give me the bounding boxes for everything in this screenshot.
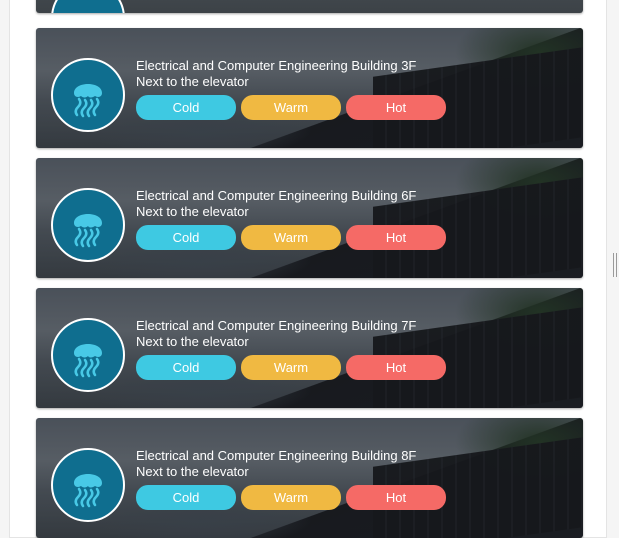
- resize-handle[interactable]: [613, 253, 617, 277]
- hot-button[interactable]: Hot: [346, 95, 446, 120]
- station-title: Electrical and Computer Engineering Buil…: [136, 318, 417, 333]
- cold-button[interactable]: Cold: [136, 95, 236, 120]
- cold-button[interactable]: Cold: [136, 225, 236, 250]
- station-list-panel: Electrical and Computer Engineering Buil…: [9, 0, 607, 538]
- avatar: [51, 448, 125, 522]
- cold-button[interactable]: Cold: [136, 485, 236, 510]
- station-location: Next to the elevator: [136, 334, 249, 349]
- avatar: [51, 0, 125, 13]
- warm-button[interactable]: Warm: [241, 485, 341, 510]
- station-title: Electrical and Computer Engineering Buil…: [136, 448, 417, 463]
- avatar: [51, 58, 125, 132]
- warm-button[interactable]: Warm: [241, 225, 341, 250]
- station-location: Next to the elevator: [136, 464, 249, 479]
- temperature-buttons: Cold Warm Hot: [136, 355, 446, 380]
- hot-button[interactable]: Hot: [346, 485, 446, 510]
- station-card[interactable]: Electrical and Computer Engineering Buil…: [36, 418, 583, 538]
- station-title: Electrical and Computer Engineering Buil…: [136, 188, 417, 203]
- station-card[interactable]: Electrical and Computer Engineering Buil…: [36, 288, 583, 408]
- jellyfish-icon: [74, 474, 102, 508]
- jellyfish-icon: [74, 344, 102, 378]
- hot-button[interactable]: Hot: [346, 355, 446, 380]
- station-title: Electrical and Computer Engineering Buil…: [136, 58, 417, 73]
- temperature-buttons: Cold Warm Hot: [136, 95, 446, 120]
- avatar: [51, 318, 125, 392]
- station-info: Electrical and Computer Engineering Buil…: [136, 58, 416, 90]
- cold-button[interactable]: Cold: [136, 355, 236, 380]
- temperature-buttons: Cold Warm Hot: [136, 485, 446, 510]
- jellyfish-icon: [74, 214, 102, 248]
- station-location: Next to the elevator: [136, 74, 249, 89]
- station-info: Electrical and Computer Engineering Buil…: [136, 318, 416, 350]
- station-card[interactable]: Electrical and Computer Engineering Buil…: [36, 28, 583, 148]
- avatar: [51, 188, 125, 262]
- station-card[interactable]: Electrical and Computer Engineering Buil…: [36, 158, 583, 278]
- warm-button[interactable]: Warm: [241, 95, 341, 120]
- temperature-buttons: Cold Warm Hot: [136, 225, 446, 250]
- station-location: Next to the elevator: [136, 204, 249, 219]
- station-info: Electrical and Computer Engineering Buil…: [136, 188, 416, 220]
- jellyfish-icon: [74, 84, 102, 118]
- warm-button[interactable]: Warm: [241, 355, 341, 380]
- station-card-partial[interactable]: [36, 0, 583, 13]
- hot-button[interactable]: Hot: [346, 225, 446, 250]
- station-info: Electrical and Computer Engineering Buil…: [136, 448, 416, 480]
